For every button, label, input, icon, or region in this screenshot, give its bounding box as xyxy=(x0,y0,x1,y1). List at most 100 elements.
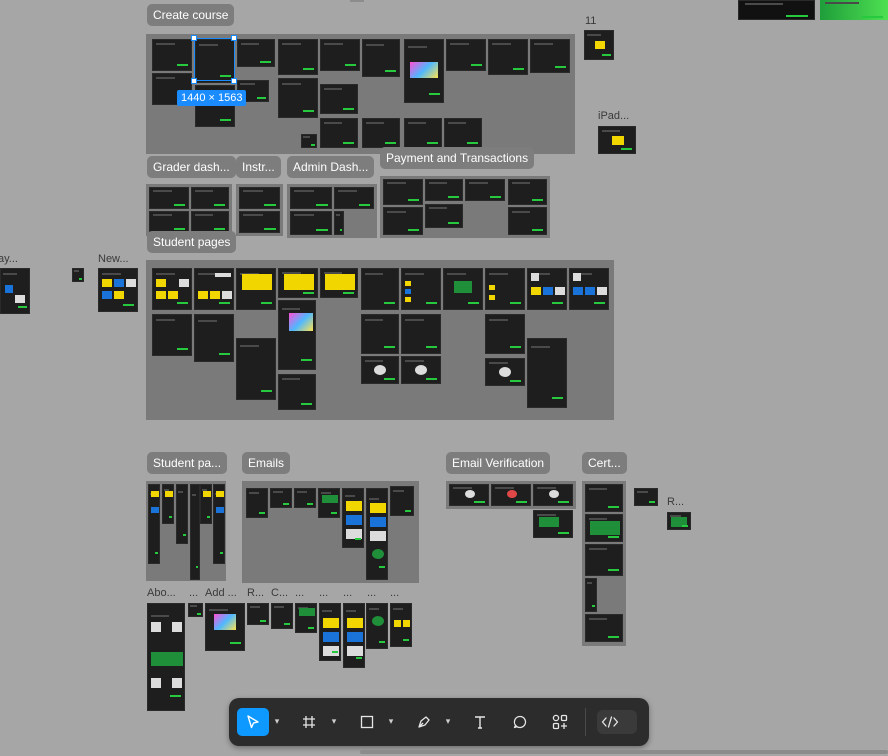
frame-thumbnail[interactable] xyxy=(404,39,444,103)
frame-thumbnail[interactable] xyxy=(278,39,318,75)
frame-thumbnail[interactable] xyxy=(318,488,340,518)
chevron-down-icon[interactable]: ▾ xyxy=(443,716,453,726)
frame-tool-hash-icon[interactable] xyxy=(295,708,323,736)
frame-thumbnail[interactable] xyxy=(401,314,441,354)
frame-thumbnail[interactable] xyxy=(404,118,442,148)
frame-thumbnail[interactable] xyxy=(401,356,441,384)
frame-thumbnail[interactable] xyxy=(585,578,597,612)
frame-thumbnail[interactable] xyxy=(278,374,316,410)
frame-thumbnail[interactable] xyxy=(278,268,318,298)
section-title-email-verification[interactable]: Email Verification xyxy=(446,452,551,474)
selection-box[interactable] xyxy=(194,38,235,81)
frame-thumbnail[interactable] xyxy=(147,603,185,711)
frame-thumbnail[interactable] xyxy=(401,268,441,310)
frame-thumbnail[interactable] xyxy=(152,314,192,356)
frame-thumbnail[interactable] xyxy=(390,486,414,516)
frame-thumbnail[interactable] xyxy=(362,118,400,148)
actions-shapes-plus-icon[interactable] xyxy=(546,708,574,736)
frame-thumbnail[interactable] xyxy=(152,39,192,71)
frame-label-dots[interactable]: ... xyxy=(343,587,352,600)
section-title-grader-dash[interactable]: Grader dash... xyxy=(147,156,236,178)
frame-label-dots[interactable]: ... xyxy=(295,587,304,600)
section-title-emails[interactable]: Emails xyxy=(242,452,291,474)
frame-thumbnail[interactable] xyxy=(270,488,292,508)
design-canvas[interactable]: Create course 1440 × 1563 11 iPad... Gra… xyxy=(0,0,888,756)
section-title-cert[interactable]: Cert... xyxy=(582,452,627,474)
frame-thumbnail[interactable] xyxy=(820,0,888,20)
frame-thumbnail[interactable] xyxy=(278,300,316,370)
frame-label-ay[interactable]: ay... xyxy=(0,253,18,266)
frame-thumbnail[interactable] xyxy=(361,314,399,354)
frame-thumbnail[interactable] xyxy=(343,603,365,668)
frame-thumbnail[interactable] xyxy=(569,268,609,310)
frame-label-dots[interactable]: ... xyxy=(367,587,376,600)
frame-thumbnail[interactable] xyxy=(425,204,463,228)
frame-thumbnail[interactable] xyxy=(527,338,567,408)
frame-thumbnail[interactable] xyxy=(294,488,316,508)
frame-thumbnail[interactable] xyxy=(585,544,623,576)
frame-thumbnail[interactable] xyxy=(205,603,245,651)
frame-thumbnail[interactable] xyxy=(738,0,815,20)
frame-thumbnail[interactable] xyxy=(485,314,525,354)
frame-thumbnail[interactable] xyxy=(444,118,482,148)
frame-thumbnail[interactable] xyxy=(213,484,225,564)
frame-label-dots[interactable]: ... xyxy=(319,587,328,600)
frame-thumbnail[interactable] xyxy=(237,39,275,67)
dev-mode-code-icon[interactable] xyxy=(597,710,623,734)
frame-thumbnail[interactable] xyxy=(366,603,388,649)
frame-thumbnail[interactable] xyxy=(278,78,318,118)
frame-thumbnail[interactable] xyxy=(148,484,160,564)
frame-thumbnail[interactable] xyxy=(236,268,276,310)
frame-thumbnail[interactable] xyxy=(194,268,234,310)
frame-thumbnail[interactable] xyxy=(334,187,374,209)
frame-thumbnail[interactable] xyxy=(152,268,192,310)
section-title-student-pages[interactable]: Student pages xyxy=(147,231,237,253)
frame-thumbnail[interactable] xyxy=(598,126,636,154)
frame-thumbnail[interactable] xyxy=(383,179,423,205)
frame-thumbnail[interactable] xyxy=(176,484,188,544)
frame-thumbnail[interactable] xyxy=(585,514,623,542)
frame-thumbnail[interactable] xyxy=(667,512,691,530)
frame-thumbnail[interactable] xyxy=(188,603,203,617)
horizontal-scrollbar[interactable] xyxy=(360,750,888,754)
frame-label-r[interactable]: R... xyxy=(247,587,264,600)
frame-thumbnail[interactable] xyxy=(290,187,332,209)
frame-thumbnail[interactable] xyxy=(585,484,623,512)
frame-thumbnail[interactable] xyxy=(194,314,234,362)
frame-thumbnail[interactable] xyxy=(320,118,358,148)
chevron-down-icon[interactable]: ▾ xyxy=(386,716,396,726)
frame-label-add[interactable]: Add ... xyxy=(205,587,237,600)
frame-thumbnail[interactable] xyxy=(320,39,360,71)
frame-thumbnail[interactable] xyxy=(319,603,341,661)
frame-thumbnail[interactable] xyxy=(533,484,573,506)
frame-thumbnail[interactable] xyxy=(488,39,528,75)
frame-thumbnail[interactable] xyxy=(634,488,658,506)
frame-thumbnail[interactable] xyxy=(295,603,317,633)
frame-thumbnail[interactable] xyxy=(465,179,505,201)
text-tool-icon[interactable] xyxy=(466,708,494,736)
resize-handle[interactable] xyxy=(231,78,237,84)
frame-thumbnail[interactable] xyxy=(162,484,174,524)
frame-thumbnail[interactable] xyxy=(247,603,269,625)
frame-thumbnail[interactable] xyxy=(0,268,30,314)
frame-thumbnail[interactable] xyxy=(508,207,547,235)
chevron-down-icon[interactable]: ▾ xyxy=(329,716,339,726)
frame-label-11[interactable]: 11 xyxy=(585,15,596,28)
frame-thumbnail[interactable] xyxy=(342,488,364,548)
frame-thumbnail[interactable] xyxy=(449,484,489,506)
rectangle-tool-icon[interactable] xyxy=(353,708,381,736)
frame-thumbnail[interactable] xyxy=(585,614,623,642)
frame-thumbnail[interactable] xyxy=(200,484,212,524)
frame-thumbnail[interactable] xyxy=(239,211,280,233)
frame-thumbnail[interactable] xyxy=(190,484,200,580)
frame-thumbnail[interactable] xyxy=(301,134,317,148)
frame-thumbnail[interactable] xyxy=(390,603,412,647)
section-title-payment[interactable]: Payment and Transactions xyxy=(380,147,535,169)
frame-thumbnail[interactable] xyxy=(191,211,229,233)
frame-thumbnail[interactable] xyxy=(530,39,570,73)
frame-thumbnail[interactable] xyxy=(98,268,138,312)
frame-label-c[interactable]: C... xyxy=(271,587,288,600)
frame-thumbnail[interactable] xyxy=(361,356,399,384)
frame-thumbnail[interactable] xyxy=(334,211,344,235)
frame-thumbnail[interactable] xyxy=(236,338,276,400)
